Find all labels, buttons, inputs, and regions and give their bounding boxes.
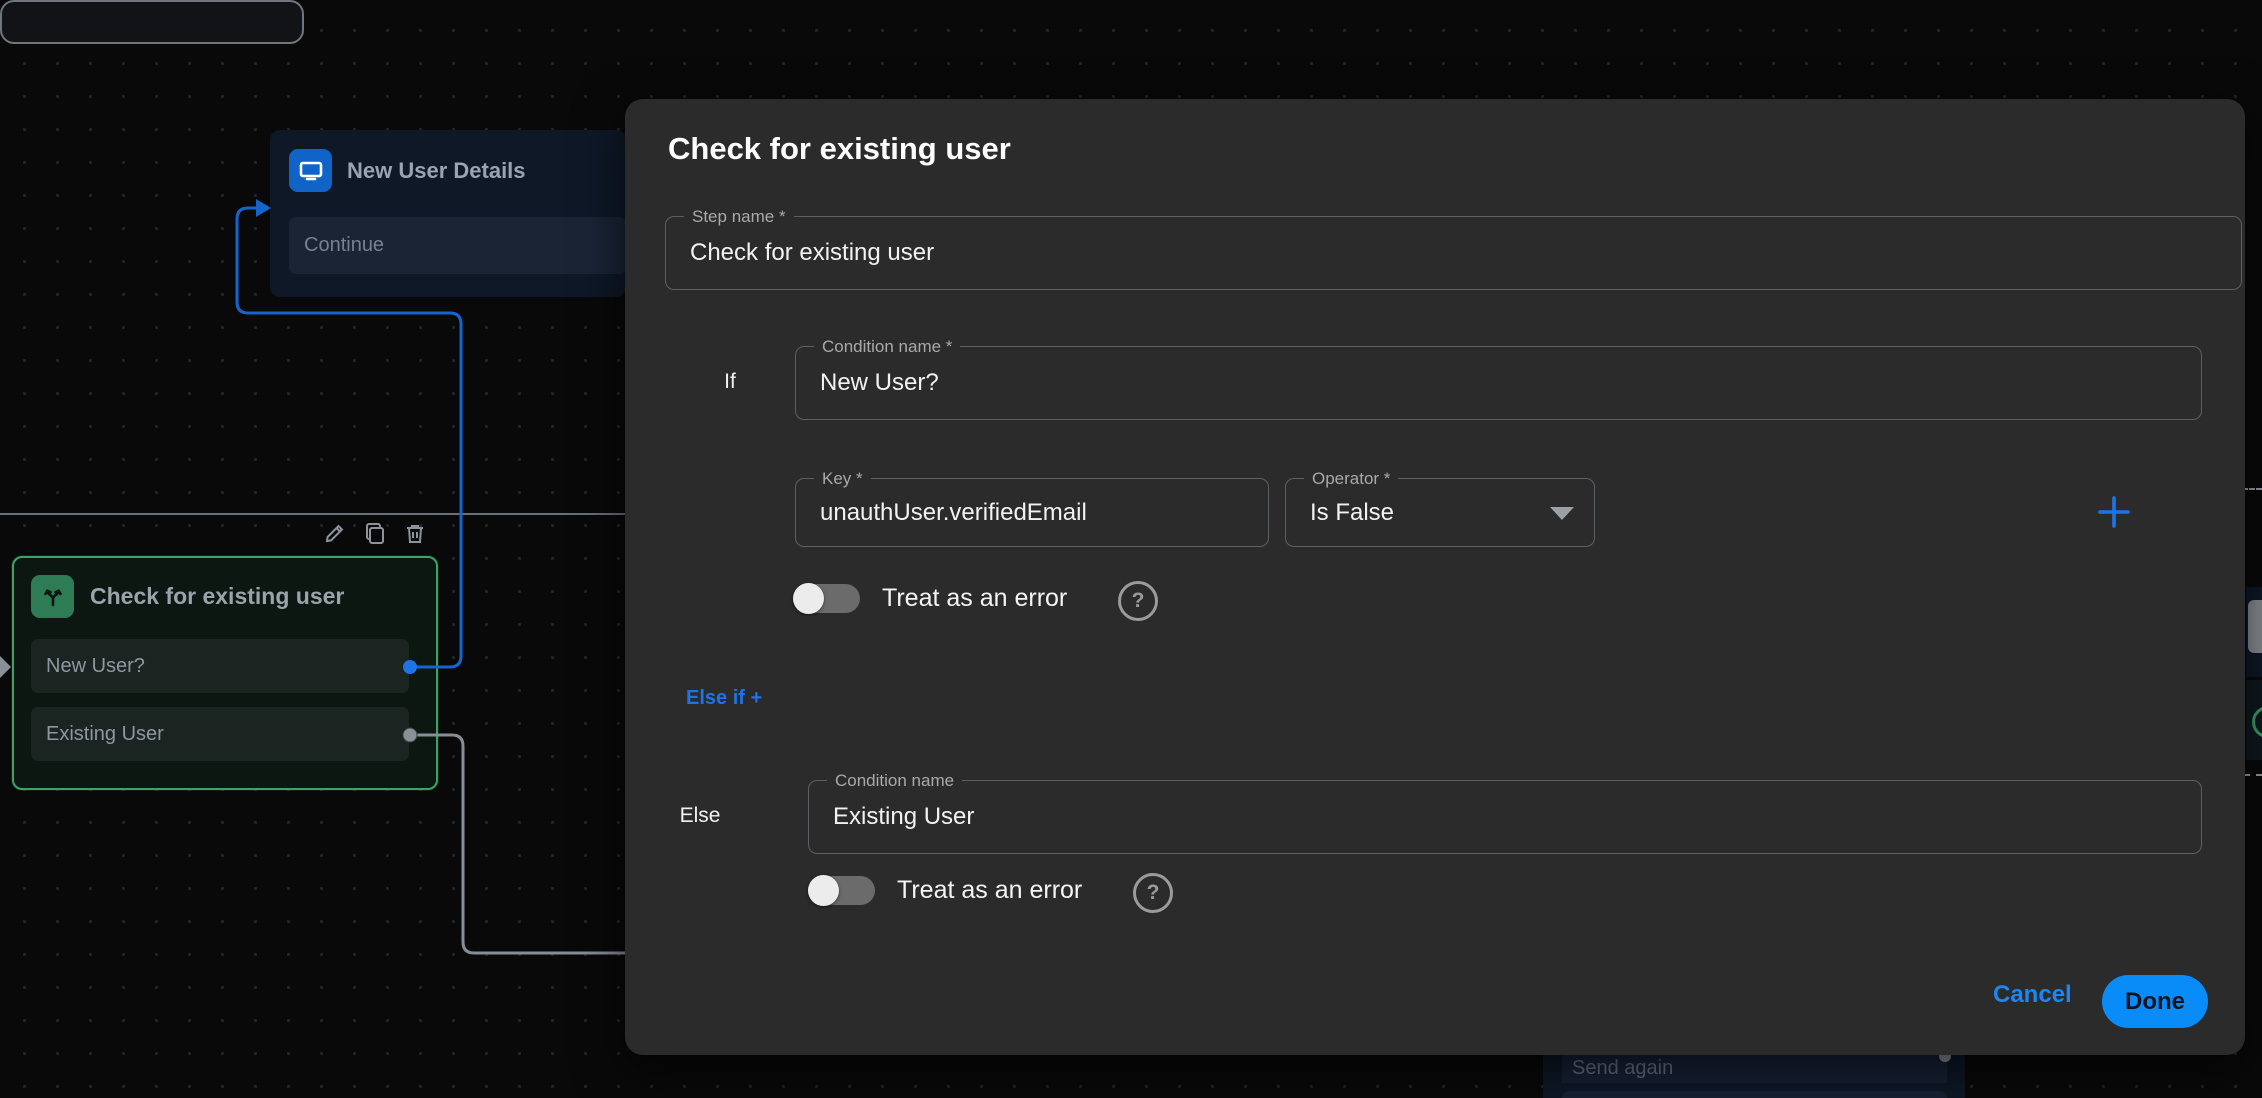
node-row-existing-user[interactable]: Existing User [31,707,409,761]
treat-as-error-toggle-if[interactable] [793,583,860,614]
edge-arrowhead-blue [256,199,271,217]
treat-as-error-label: Treat as an error [882,584,1067,613]
dialog-title: Check for existing user [668,131,1011,167]
edge-arrowhead-gray-left [0,656,11,678]
node-row-partial [1562,1091,1947,1098]
edge-existing-user [410,735,625,953]
node-partial-bottom-right[interactable] [0,0,304,44]
if-condition-name-field[interactable]: Condition name * New User? [795,346,2202,420]
question-mark-icon[interactable]: ? [1118,581,1158,621]
done-button[interactable]: Done [2102,975,2208,1028]
node-title: New User Details [347,158,526,184]
node-row-continue[interactable]: Continue [289,217,626,274]
condition-step-dialog: Check for existing user Step name * Chec… [625,99,2245,1055]
edge-fragment-right-top [2242,488,2262,490]
screen-icon [289,149,332,192]
step-name-value: Check for existing user [690,217,934,289]
branch-icon [31,575,74,618]
node-check-for-existing-user[interactable]: Check for existing user New User? Existi… [12,556,438,790]
node-toolbar [322,520,428,546]
node-row-send-again[interactable]: Send again [1562,1053,1947,1083]
add-condition-button[interactable] [2097,495,2131,529]
node-row-new-user[interactable]: New User? [31,639,409,693]
step-name-field[interactable]: Step name * Check for existing user [665,216,2242,290]
chevron-down-icon [1550,507,1574,520]
node-fragment-icon [2248,600,2262,653]
cancel-button[interactable]: Cancel [1993,975,2063,1015]
if-keyword: If [705,346,755,418]
edge-fragment-right-bottom [2244,774,2262,776]
plus-icon [2097,495,2131,529]
else-if-add-link[interactable]: Else if + [686,687,762,710]
else-condition-name-field[interactable]: Condition name Existing User [808,780,2202,854]
node-title: Check for existing user [90,583,344,610]
operator-select[interactable]: Operator * Is False [1285,478,1595,547]
delete-trash-icon[interactable] [402,520,428,546]
node-new-user-details[interactable]: New User Details Continue [270,130,626,297]
duplicate-icon[interactable] [362,520,388,546]
key-field[interactable]: Key * unauthUser.verifiedEmail [795,478,1269,547]
treat-as-error-toggle-else[interactable] [808,875,875,906]
question-mark-icon[interactable]: ? [1133,873,1173,913]
treat-as-error-label: Treat as an error [897,876,1082,905]
edit-pencil-icon[interactable] [322,520,348,546]
else-keyword: Else [669,780,731,852]
